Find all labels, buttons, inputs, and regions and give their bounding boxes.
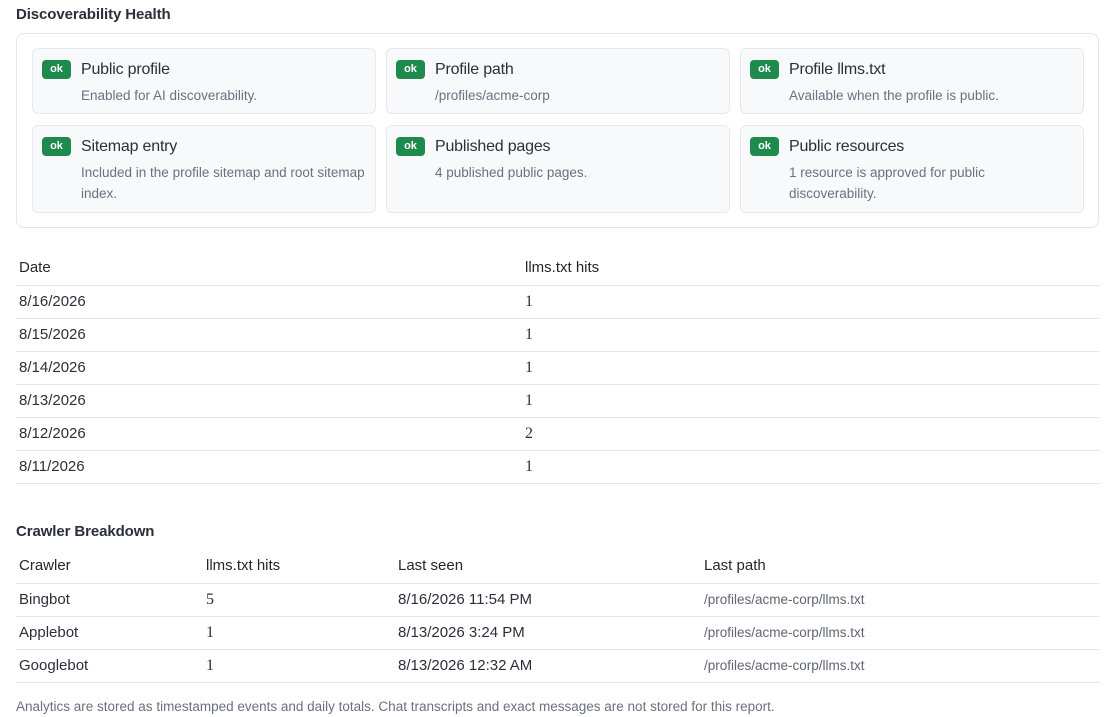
ok-badge: ok <box>750 60 779 79</box>
last-seen-cell: 8/13/2026 12:32 AM <box>395 649 701 683</box>
health-card-public-profile: ok Public profile Enabled for AI discove… <box>32 48 376 114</box>
card-description: Available when the profile is public. <box>789 88 999 103</box>
card-title: Profile llms.txt <box>789 61 886 78</box>
analytics-footnote: Analytics are stored as timestamped even… <box>16 699 775 714</box>
card-description: Enabled for AI discoverability. <box>81 88 258 103</box>
card-title: Published pages <box>435 138 551 155</box>
card-description: 1 resource is approved for public discov… <box>789 165 985 201</box>
table-row: Bingbot 5 8/16/2026 11:54 PM /profiles/a… <box>16 583 1099 617</box>
table-row: Googlebot 1 8/13/2026 12:32 AM /profiles… <box>16 649 1099 683</box>
ok-badge: ok <box>396 60 425 79</box>
crawler-breakdown-table: Crawler llms.txt hits Last seen Last pat… <box>16 549 1099 683</box>
discoverability-health-panel: ok Public profile Enabled for AI discove… <box>16 33 1099 228</box>
table-row: 8/15/2026 1 <box>16 318 1099 352</box>
date-cell: 8/13/2026 <box>16 384 522 418</box>
column-header-date: Date <box>16 251 522 286</box>
last-path-cell: /profiles/acme-corp/llms.txt <box>701 616 1099 650</box>
health-card-profile-path: ok Profile path /profiles/acme-corp <box>386 48 730 114</box>
table-row: 8/12/2026 2 <box>16 417 1099 451</box>
table-header-row: Date llms.txt hits <box>16 251 1099 286</box>
health-card-sitemap-entry: ok Sitemap entry Included in the profile… <box>32 125 376 213</box>
card-description: 4 published public pages. <box>435 165 588 180</box>
daily-hits-table: Date llms.txt hits 8/16/2026 1 8/15/2026… <box>16 251 1099 484</box>
card-title: Public resources <box>789 138 905 155</box>
crawler-cell: Applebot <box>16 616 203 650</box>
health-card-public-resources: ok Public resources 1 resource is approv… <box>740 125 1084 213</box>
ok-badge: ok <box>42 137 71 156</box>
last-path-cell: /profiles/acme-corp/llms.txt <box>701 649 1099 683</box>
hits-cell: 1 <box>522 318 1099 352</box>
column-header-hits: llms.txt hits <box>522 251 1099 286</box>
last-seen-cell: 8/16/2026 11:54 PM <box>395 583 701 617</box>
column-header-last-path: Last path <box>701 549 1099 584</box>
table-row: 8/13/2026 1 <box>16 384 1099 418</box>
health-card-profile-llms: ok Profile llms.txt Available when the p… <box>740 48 1084 114</box>
card-title: Profile path <box>435 61 514 78</box>
date-cell: 8/11/2026 <box>16 450 522 484</box>
hits-cell: 1 <box>522 384 1099 418</box>
crawler-breakdown-title: Crawler Breakdown <box>16 523 155 540</box>
column-header-crawler: Crawler <box>16 549 203 584</box>
table-row: Applebot 1 8/13/2026 3:24 PM /profiles/a… <box>16 616 1099 650</box>
hits-cell: 1 <box>522 285 1099 319</box>
hits-cell: 5 <box>203 583 395 617</box>
ok-badge: ok <box>396 137 425 156</box>
table-row: 8/11/2026 1 <box>16 450 1099 484</box>
discoverability-health-title: Discoverability Health <box>16 6 171 23</box>
ok-badge: ok <box>42 60 71 79</box>
card-title: Sitemap entry <box>81 138 178 155</box>
table-row: 8/14/2026 1 <box>16 351 1099 385</box>
card-title: Public profile <box>81 61 170 78</box>
date-cell: 8/12/2026 <box>16 417 522 451</box>
last-seen-cell: 8/13/2026 3:24 PM <box>395 616 701 650</box>
table-row: 8/16/2026 1 <box>16 285 1099 319</box>
column-header-hits: llms.txt hits <box>203 549 395 584</box>
date-cell: 8/15/2026 <box>16 318 522 352</box>
column-header-last-seen: Last seen <box>395 549 701 584</box>
card-description: Included in the profile sitemap and root… <box>81 165 365 201</box>
hits-cell: 1 <box>522 351 1099 385</box>
ok-badge: ok <box>750 137 779 156</box>
table-header-row: Crawler llms.txt hits Last seen Last pat… <box>16 549 1099 584</box>
hits-cell: 1 <box>203 649 395 683</box>
date-cell: 8/14/2026 <box>16 351 522 385</box>
hits-cell: 2 <box>522 417 1099 451</box>
crawler-cell: Bingbot <box>16 583 203 617</box>
date-cell: 8/16/2026 <box>16 285 522 319</box>
hits-cell: 1 <box>522 450 1099 484</box>
last-path-cell: /profiles/acme-corp/llms.txt <box>701 583 1099 617</box>
health-card-published-pages: ok Published pages 4 published public pa… <box>386 125 730 213</box>
hits-cell: 1 <box>203 616 395 650</box>
card-description: /profiles/acme-corp <box>435 88 550 103</box>
crawler-cell: Googlebot <box>16 649 203 683</box>
